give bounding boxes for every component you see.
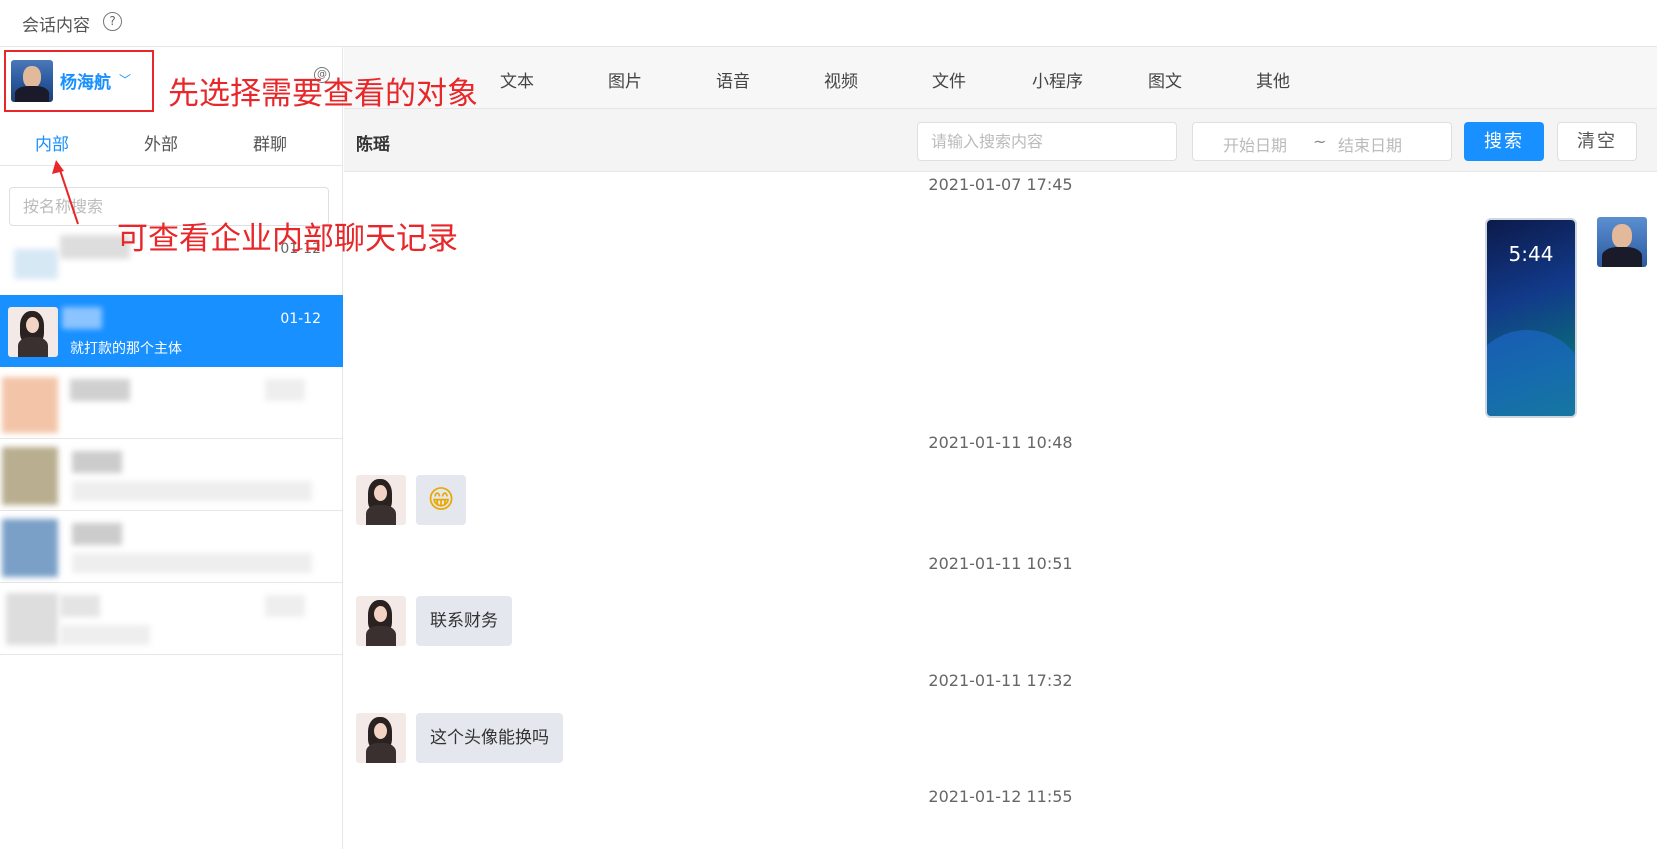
blurred-name [62, 307, 102, 329]
tab-external[interactable]: 外部 [144, 130, 178, 155]
tab-voice[interactable]: 语音 [716, 67, 750, 92]
search-button[interactable]: 搜索 [1464, 122, 1544, 161]
top-bar: 会话内容 ? [0, 0, 1657, 47]
chevron-down-icon: ﹀ [119, 73, 132, 87]
contact-avatar [356, 475, 406, 525]
conversation-item[interactable] [0, 439, 343, 511]
text-message: 联系财务 [416, 596, 512, 646]
tab-video[interactable]: 视频 [824, 67, 858, 92]
conversation-item[interactable] [0, 367, 343, 439]
annotation-arrow-icon [52, 160, 79, 225]
image-message[interactable]: 5:44 [1485, 218, 1577, 418]
avatar [8, 307, 58, 357]
start-date-placeholder: 开始日期 [1223, 136, 1288, 155]
tab-other[interactable]: 其他 [1256, 67, 1290, 92]
conversation-item[interactable] [0, 583, 343, 655]
user-selector[interactable]: 杨海航 ﹀ [4, 50, 154, 112]
end-date-placeholder: 结束日期 [1338, 136, 1403, 155]
user-avatar [11, 60, 53, 102]
blurred-name [72, 451, 122, 473]
tab-image[interactable]: 图片 [608, 67, 642, 92]
tab-mini-program[interactable]: 小程序 [1032, 67, 1083, 92]
message-timestamp: 2021-01-11 10:48 [928, 433, 1073, 452]
avatar [8, 237, 58, 287]
page-title: 会话内容 [22, 16, 90, 36]
message-timestamp: 2021-01-11 10:51 [928, 554, 1073, 573]
avatar [2, 447, 58, 505]
tab-text[interactable]: 文本 [500, 67, 534, 92]
tab-rich-media[interactable]: 图文 [1148, 67, 1182, 92]
date-range-picker[interactable]: 开始日期 ~ 结束日期 [1192, 122, 1452, 161]
tab-file[interactable]: 文件 [932, 67, 966, 92]
avatar [2, 377, 58, 433]
contact-name: 陈瑶 [356, 135, 390, 155]
text-message: 这个头像能换吗 [416, 713, 563, 763]
annotation-internal-records: 可查看企业内部聊天记录 [117, 221, 458, 257]
help-icon[interactable]: ? [103, 12, 122, 31]
conversation-last-message: 就打款的那个主体 [70, 341, 182, 357]
conversation-date: 01-12 [280, 311, 321, 327]
contact-avatar [356, 713, 406, 763]
contact-avatar [356, 596, 406, 646]
date-separator: ~ [1313, 132, 1327, 151]
sender-avatar [1597, 217, 1647, 267]
keyword-search-input[interactable] [917, 122, 1177, 161]
emoji-message: 😁 [416, 475, 466, 525]
annotation-select-target: 先选择需要查看的对象 [168, 76, 478, 112]
blurred-name [60, 595, 100, 617]
phone-clock: 5:44 [1508, 242, 1554, 266]
conversation-item[interactable] [0, 511, 343, 583]
user-name: 杨海航 [60, 73, 111, 93]
message-timestamp: 2021-01-12 11:55 [928, 787, 1073, 806]
tab-group-chat[interactable]: 群聊 [253, 130, 287, 155]
blurred-name [70, 379, 130, 401]
message-timestamp: 2021-01-11 17:32 [928, 671, 1073, 690]
blurred-name [72, 523, 122, 545]
message-type-tabs: @ 文本 图片 语音 视频 文件 小程序 图文 其他 [314, 47, 1657, 109]
avatar [6, 593, 58, 645]
avatar [2, 519, 58, 577]
tab-internal[interactable]: 内部 [35, 130, 69, 155]
message-list[interactable]: 2021-01-07 17:45 5:44 2021-01-11 10:48 😁… [344, 173, 1657, 849]
message-timestamp: 2021-01-07 17:45 [928, 175, 1073, 194]
chat-toolbar: 陈瑶 开始日期 ~ 结束日期 搜索 清空 [344, 109, 1657, 172]
clear-button[interactable]: 清空 [1557, 122, 1637, 161]
chat-panel: @ 文本 图片 语音 视频 文件 小程序 图文 其他 陈瑶 开始日期 ~ 结束日… [314, 47, 1657, 849]
conversation-item-active[interactable]: 01-12 就打款的那个主体 [0, 295, 343, 367]
